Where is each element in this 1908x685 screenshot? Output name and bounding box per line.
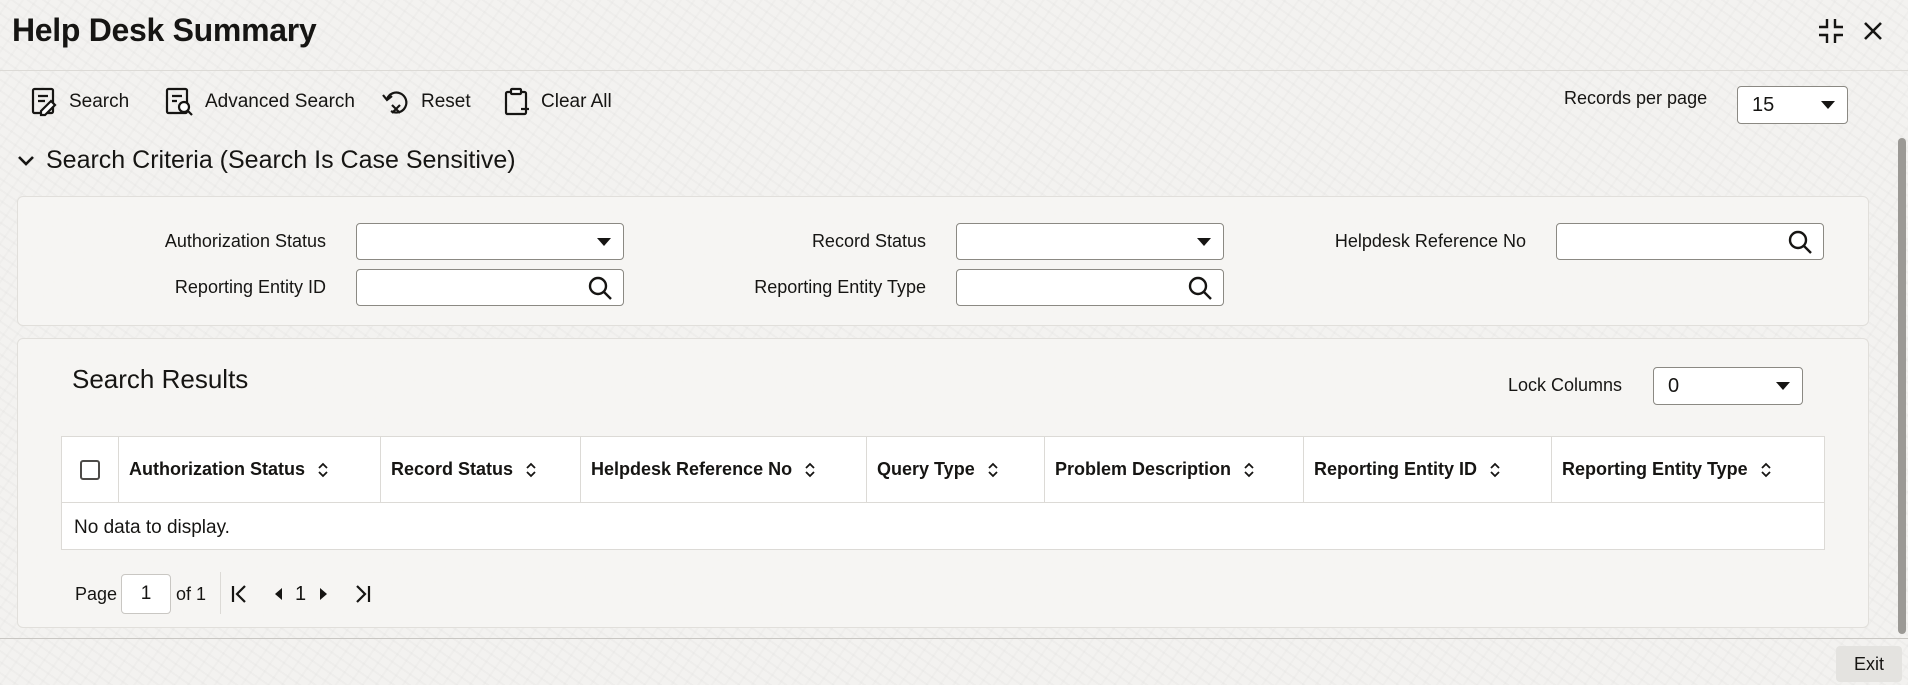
search-icon[interactable] [587, 275, 613, 301]
reset-button[interactable]: Reset [381, 84, 471, 120]
advanced-search-button[interactable]: Advanced Search [165, 84, 355, 120]
records-per-page-label: Records per page [1564, 88, 1708, 108]
sort-icon[interactable] [1243, 461, 1255, 479]
search-button-label: Search [69, 91, 130, 112]
search-criteria-panel [17, 196, 1869, 326]
column-problem-description[interactable]: Problem Description [1045, 437, 1304, 502]
next-page-button[interactable] [312, 580, 336, 608]
minimize-icon[interactable] [1814, 14, 1848, 48]
record-status-select[interactable] [956, 223, 1224, 260]
select-all-checkbox[interactable] [80, 459, 100, 480]
search-criteria-title: Search Criteria (Search Is Case Sensitiv… [46, 146, 516, 174]
reset-button-label: Reset [421, 91, 471, 112]
records-per-page-select[interactable]: 15 [1737, 86, 1848, 124]
page-total-label: of 1 [176, 584, 207, 604]
chevron-down-icon [1197, 237, 1211, 246]
reporting-entity-id-input[interactable] [356, 269, 624, 306]
empty-message: No data to display. [74, 517, 230, 538]
sort-icon[interactable] [1489, 461, 1501, 479]
lock-columns-label: Lock Columns [1508, 375, 1623, 395]
authorization-status-select[interactable] [356, 223, 624, 260]
last-page-icon [356, 585, 371, 603]
sort-icon[interactable] [804, 461, 816, 479]
search-button[interactable]: Search [31, 84, 129, 120]
lock-columns-select[interactable]: 0 [1653, 367, 1803, 405]
header-divider [0, 70, 1908, 71]
records-per-page-value: 15 [1752, 93, 1775, 116]
pagination-divider [220, 572, 221, 614]
search-icon[interactable] [1787, 229, 1813, 255]
advanced-search-icon [165, 87, 193, 116]
previous-page-button[interactable] [266, 580, 290, 608]
reporting-entity-type-input[interactable] [956, 269, 1224, 306]
helpdesk-reference-no-input[interactable] [1556, 223, 1824, 260]
footer-divider [0, 638, 1908, 639]
close-icon[interactable] [1856, 14, 1890, 48]
table-header-row: Authorization Status Record Status Helpd… [62, 437, 1824, 503]
chevron-down-icon [18, 155, 34, 166]
sort-icon[interactable] [525, 461, 537, 479]
last-page-button[interactable] [350, 580, 374, 608]
results-table: Authorization Status Record Status Helpd… [61, 436, 1825, 550]
previous-page-icon [275, 588, 282, 600]
page-number-input[interactable]: 1 [121, 574, 171, 614]
search-results-title: Search Results [72, 364, 249, 394]
clear-all-icon [504, 87, 529, 116]
current-page-indicator: 1 [295, 583, 307, 605]
authorization-status-label: Authorization Status [164, 231, 326, 251]
search-list-icon [31, 87, 57, 117]
lock-columns-value: 0 [1668, 374, 1680, 397]
column-helpdesk-reference-no[interactable]: Helpdesk Reference No [581, 437, 867, 502]
column-authorization-status[interactable]: Authorization Status [119, 437, 381, 502]
first-page-button[interactable] [228, 580, 252, 608]
scrollbar-thumb[interactable] [1898, 138, 1906, 634]
helpdesk-reference-no-label: Helpdesk Reference No [1334, 231, 1526, 251]
reset-icon [382, 91, 408, 114]
search-icon[interactable] [1187, 275, 1213, 301]
next-page-icon [320, 588, 327, 600]
column-record-status[interactable]: Record Status [381, 437, 581, 502]
reporting-entity-type-label: Reporting Entity Type [754, 277, 926, 297]
first-page-icon [231, 585, 246, 603]
select-all-cell [62, 437, 119, 502]
clear-all-button-label: Clear All [541, 91, 612, 112]
chevron-down-icon [1776, 382, 1790, 390]
page-title: Help Desk Summary [12, 12, 317, 48]
column-query-type[interactable]: Query Type [867, 437, 1045, 502]
advanced-search-button-label: Advanced Search [205, 91, 355, 112]
search-criteria-toggle[interactable]: Search Criteria (Search Is Case Sensitiv… [16, 146, 516, 175]
record-status-label: Record Status [811, 231, 926, 251]
chevron-down-icon [597, 237, 611, 246]
sort-icon[interactable] [1760, 461, 1772, 479]
page-label: Page [75, 584, 118, 604]
clear-all-button[interactable]: Clear All [503, 84, 612, 120]
column-reporting-entity-type[interactable]: Reporting Entity Type [1552, 437, 1824, 502]
exit-button[interactable]: Exit [1836, 646, 1902, 682]
reporting-entity-id-label: Reporting Entity ID [174, 277, 326, 297]
sort-icon[interactable] [317, 461, 329, 479]
chevron-down-icon [1821, 101, 1835, 109]
sort-icon[interactable] [987, 461, 999, 479]
column-reporting-entity-id[interactable]: Reporting Entity ID [1304, 437, 1552, 502]
